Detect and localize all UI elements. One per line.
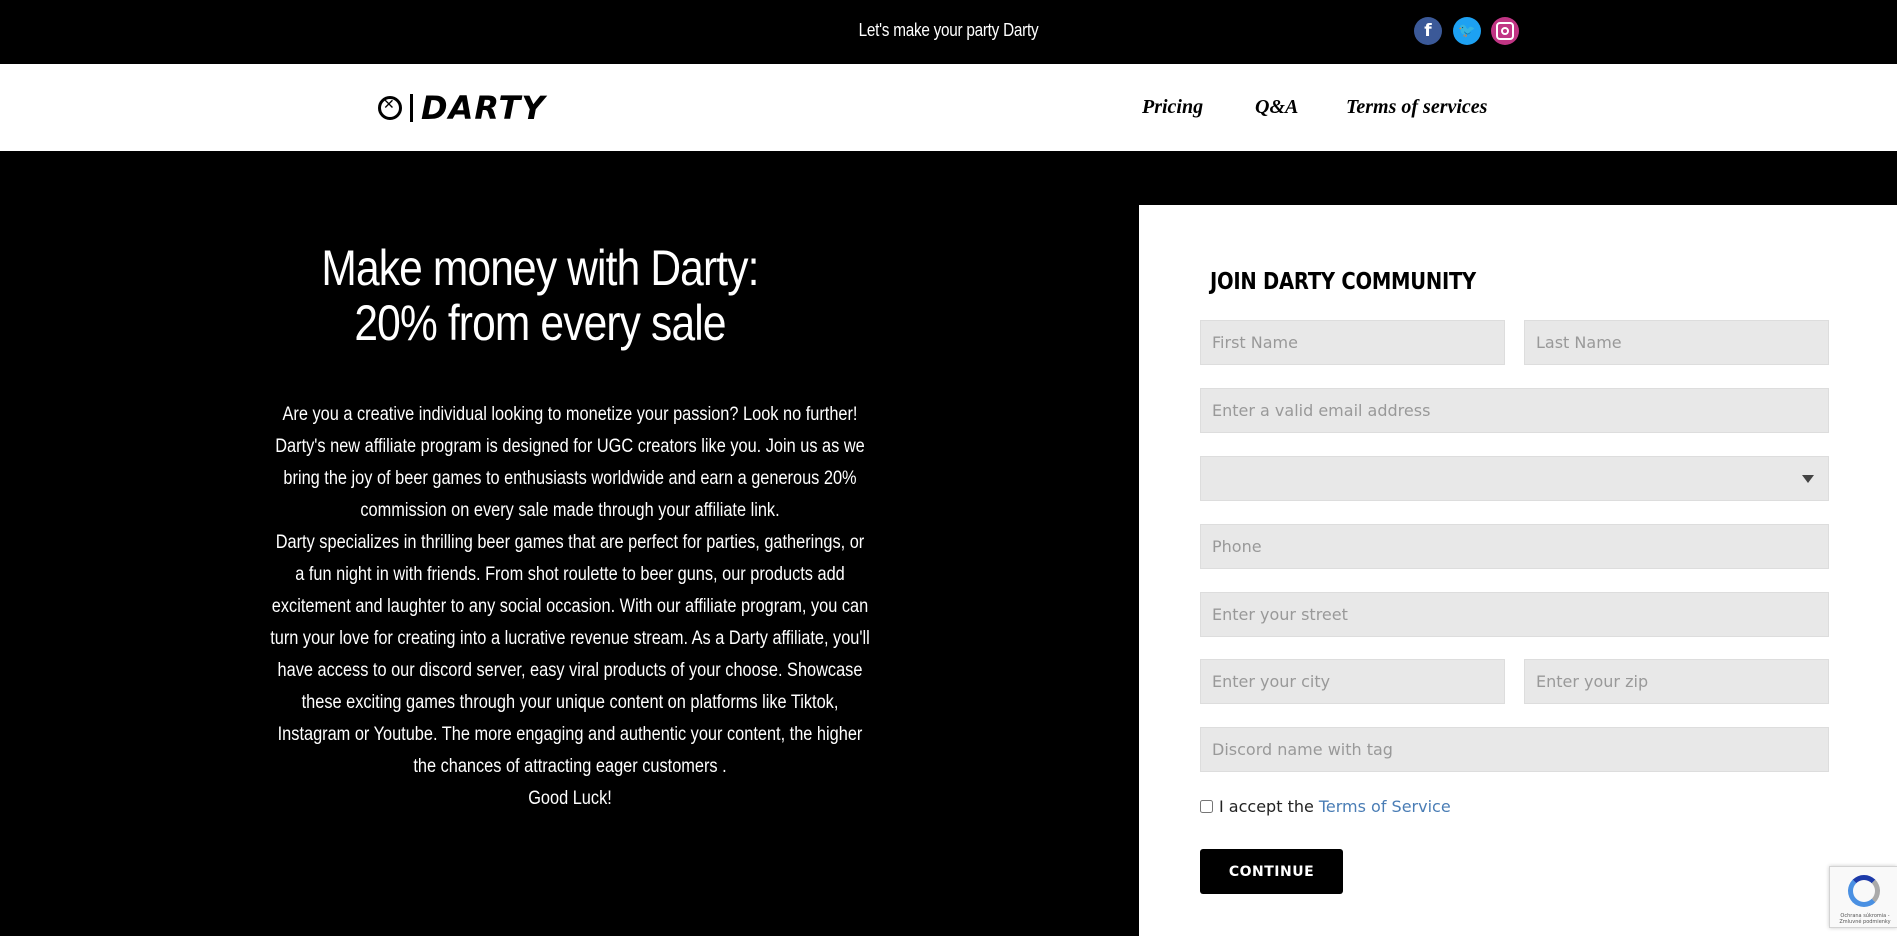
zip-input[interactable] xyxy=(1524,659,1829,704)
headline-line-2: 20% from every sale xyxy=(354,295,726,351)
street-input[interactable] xyxy=(1200,592,1829,637)
camera-icon xyxy=(1496,22,1514,40)
facebook-icon[interactable]: f xyxy=(1414,17,1442,45)
first-name-input[interactable] xyxy=(1200,320,1505,365)
recaptcha-text: Ochrana súkromia - Zmluvné podmienky xyxy=(1839,913,1891,925)
paragraph-details: Darty specializes in thrilling beer game… xyxy=(270,532,870,777)
dropdown-arrow-icon xyxy=(1802,475,1814,483)
recaptcha-badge[interactable]: Ochrana súkromia - Zmluvné podmienky xyxy=(1829,866,1897,928)
nav-link-pricing[interactable]: Pricing xyxy=(1142,96,1203,119)
logo-text: DARTY xyxy=(421,89,546,127)
terms-of-service-link[interactable]: Terms of Service xyxy=(1319,797,1451,816)
twitter-icon[interactable]: 🐦 xyxy=(1453,17,1481,45)
navbar: DARTY Pricing Q&A Terms of services xyxy=(0,64,1897,151)
terms-checkbox[interactable] xyxy=(1200,800,1213,813)
nav-link-terms[interactable]: Terms of services xyxy=(1346,96,1487,119)
headline-line-1: Make money with Darty: xyxy=(321,240,759,296)
email-input[interactable] xyxy=(1200,388,1829,433)
terms-accept: I accept the Terms of Service xyxy=(1200,797,1451,816)
logo-mark-icon xyxy=(378,96,402,120)
nav-link-qa[interactable]: Q&A xyxy=(1255,96,1298,119)
country-select[interactable] xyxy=(1200,456,1829,501)
logo[interactable]: DARTY xyxy=(378,88,546,128)
paragraph-intro: Are you a creative individual looking to… xyxy=(275,404,865,521)
accept-label: I accept the xyxy=(1219,797,1314,816)
phone-input[interactable] xyxy=(1200,524,1829,569)
instagram-icon[interactable] xyxy=(1491,17,1519,45)
continue-button[interactable]: CONTINUE xyxy=(1200,849,1343,894)
discord-input[interactable] xyxy=(1200,727,1829,772)
signup-form: JOIN DARTY COMMUNITY I accept the Terms … xyxy=(1139,205,1897,936)
city-input[interactable] xyxy=(1200,659,1505,704)
last-name-input[interactable] xyxy=(1524,320,1829,365)
top-bar: Let's make your party Darty f 🐦 xyxy=(0,0,1897,64)
form-title: JOIN DARTY COMMUNITY xyxy=(1210,269,1476,295)
hero-description: Are you a creative individual looking to… xyxy=(220,399,920,815)
recaptcha-icon xyxy=(1848,875,1880,907)
paragraph-closing: Good Luck! xyxy=(528,788,612,809)
hero-headline: Make money with Darty: 20% from every sa… xyxy=(260,241,820,351)
logo-divider xyxy=(410,94,413,122)
